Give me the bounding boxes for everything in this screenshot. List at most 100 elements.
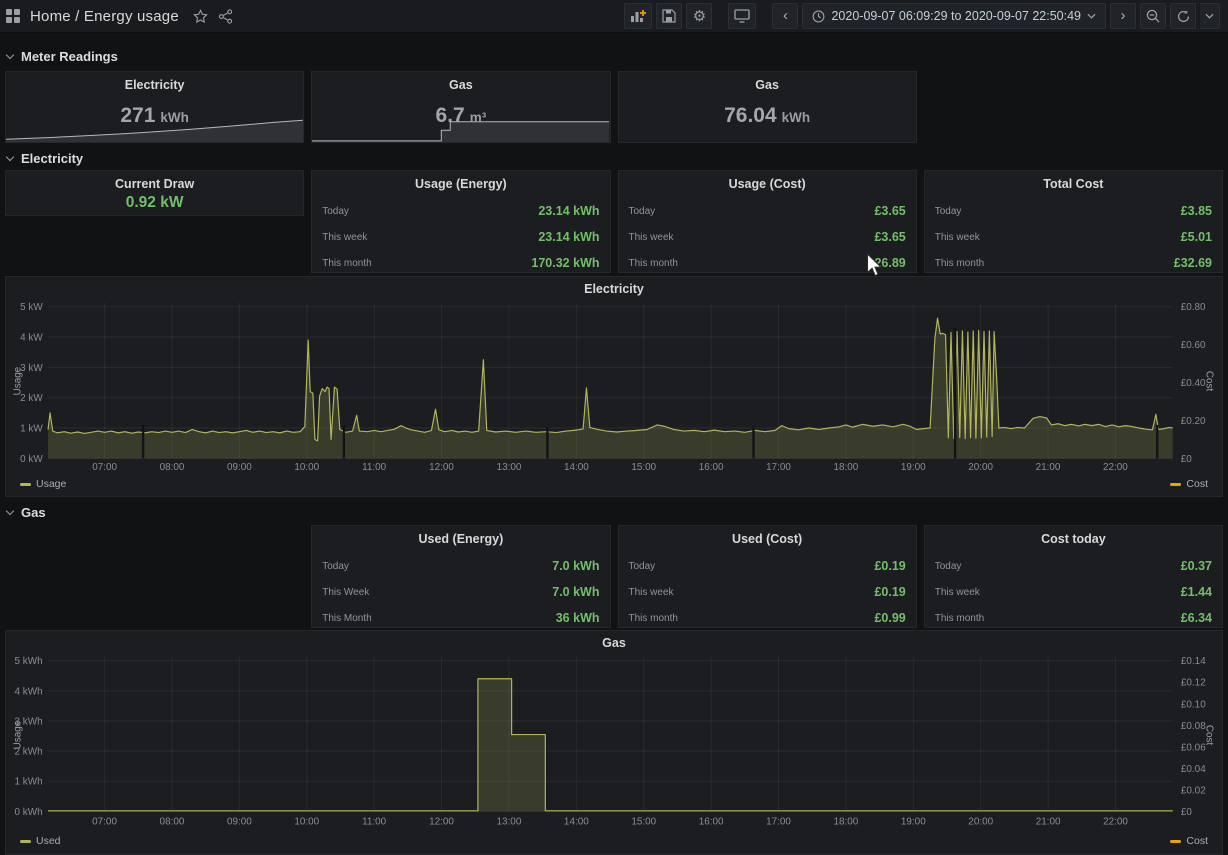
- left-axis-tick: 4 kWh: [15, 686, 43, 697]
- stat-row: This Month36 kWh: [322, 605, 599, 628]
- gas-chart[interactable]: 07:0008:0009:0010:0011:0012:0013:0014:00…: [6, 631, 1222, 854]
- chart-title[interactable]: Gas: [6, 636, 1222, 650]
- save-dashboard-button[interactable]: [656, 3, 682, 29]
- legend-color-dash: [20, 483, 31, 486]
- stat-panel-used-cost: Used (Cost)Today£0.19This week£0.19This …: [618, 525, 917, 628]
- gas-chart-panel: Gas 07:0008:0009:0010:0011:0012:0013:001…: [5, 630, 1223, 855]
- panel-title[interactable]: Usage (Energy): [312, 171, 609, 191]
- stat-value: £6.34: [1181, 611, 1212, 625]
- time-range-back-button[interactable]: ‹: [772, 3, 798, 29]
- stat-label: This Month: [322, 613, 371, 624]
- panel-title[interactable]: Used (Cost): [619, 526, 916, 546]
- stat-value: 7.0 kWh: [552, 585, 599, 599]
- row-title: Electricity: [21, 151, 83, 166]
- data-gap: [142, 425, 144, 458]
- stat-row: This week23.14 kWh: [322, 224, 599, 250]
- x-axis-tick: 17:00: [766, 816, 791, 827]
- left-axis-title: Usage: [12, 720, 23, 749]
- stat-label: Today: [629, 561, 656, 572]
- series-area: [48, 679, 1173, 812]
- stat-panel-cost-today: Cost todayToday£0.37This week£1.44This m…: [924, 525, 1223, 628]
- stat-row: This month£32.69: [935, 250, 1212, 273]
- series-line: [48, 679, 1173, 811]
- current-draw-value: 0.92 kW: [6, 194, 303, 212]
- refresh-interval-caret-icon: [1205, 13, 1214, 19]
- meter-value-unit: kWh: [782, 110, 811, 125]
- dashboard-settings-button[interactable]: ⚙: [686, 3, 712, 29]
- stat-row: Today7.0 kWh: [322, 553, 599, 579]
- x-axis-tick: 13:00: [497, 462, 522, 473]
- panel-title[interactable]: Gas: [619, 72, 916, 92]
- x-axis-tick: 22:00: [1103, 816, 1128, 827]
- panel-title[interactable]: Gas: [312, 72, 609, 92]
- stat-label: Today: [629, 206, 656, 217]
- stat-row: This week£0.19: [629, 579, 906, 605]
- zoom-out-time-button[interactable]: [1140, 3, 1166, 29]
- meter-value-number: 76.04: [724, 104, 777, 128]
- stat-row: Today£3.85: [935, 198, 1212, 224]
- stat-label: This week: [629, 232, 674, 243]
- stat-value: £3.65: [874, 230, 905, 244]
- stat-label: This month: [322, 258, 371, 269]
- x-axis-tick: 22:00: [1103, 462, 1128, 473]
- stat-row: This month170.32 kWh: [322, 250, 599, 273]
- stat-rows: Today23.14 kWhThis week23.14 kWhThis mon…: [312, 191, 609, 273]
- breadcrumb[interactable]: Home / Energy usage: [30, 8, 179, 25]
- right-axis-tick: £0.02: [1181, 785, 1206, 796]
- x-axis-tick: 07:00: [92, 816, 117, 827]
- x-axis-tick: 21:00: [1036, 816, 1061, 827]
- stat-label: This week: [935, 587, 980, 598]
- x-axis-tick: 07:00: [92, 462, 117, 473]
- electricity-stats-row: Current Draw 0.92 kW Usage (Energy)Today…: [5, 170, 1223, 273]
- stat-row: This week£5.01: [935, 224, 1212, 250]
- x-axis-tick: 14:00: [564, 816, 589, 827]
- panel-title[interactable]: Usage (Cost): [619, 171, 916, 191]
- left-axis-tick: 5 kWh: [15, 656, 43, 667]
- panel-title[interactable]: Current Draw: [6, 171, 303, 191]
- left-axis-tick: 2 kW: [20, 393, 43, 404]
- panel-title[interactable]: Cost today: [925, 526, 1222, 546]
- chart-title[interactable]: Electricity: [6, 282, 1222, 296]
- legend-label: Used: [36, 835, 61, 847]
- refresh-interval-dropdown[interactable]: [1200, 3, 1220, 29]
- left-axis-tick: 1 kWh: [15, 777, 43, 788]
- x-axis-tick: 10:00: [294, 816, 319, 827]
- stat-rows: Today£3.85This week£5.01This month£32.69: [925, 191, 1222, 273]
- cycle-view-mode-button[interactable]: [728, 3, 756, 29]
- meter-value: 6.7m³: [312, 104, 609, 134]
- row-header-electricity[interactable]: Electricity: [7, 151, 83, 165]
- right-axis-tick: £0: [1181, 454, 1193, 465]
- panel-title[interactable]: Electricity: [6, 72, 303, 92]
- left-axis-tick: 0 kWh: [15, 807, 43, 818]
- x-axis-tick: 11:00: [362, 462, 387, 473]
- legend-item-used[interactable]: Used: [20, 835, 61, 847]
- legend-item-cost[interactable]: Cost: [1170, 478, 1208, 490]
- x-axis-tick: 14:00: [564, 462, 589, 473]
- panel-title[interactable]: Used (Energy): [312, 526, 609, 546]
- row-header-gas[interactable]: Gas: [7, 505, 46, 519]
- stat-rows: Today£0.37This week£1.44This month£6.34: [925, 546, 1222, 628]
- right-axis-title: Cost: [1204, 725, 1215, 746]
- meter-value-number: 271: [120, 104, 155, 128]
- stat-label: This week: [322, 232, 367, 243]
- stat-panel-usage-cost: Usage (Cost)Today£3.65This week£3.65This…: [618, 170, 917, 273]
- dashboard-grid-icon[interactable]: [6, 9, 20, 23]
- time-range-picker[interactable]: 2020-09-07 06:09:29 to 2020-09-07 22:50:…: [802, 3, 1106, 29]
- row-header-meter-readings[interactable]: Meter Readings: [7, 49, 118, 63]
- row-collapse-icon: [6, 506, 14, 514]
- share-icon[interactable]: [218, 9, 233, 24]
- clock-icon: [812, 10, 825, 23]
- stat-value: £3.65: [874, 204, 905, 218]
- legend-item-cost[interactable]: Cost: [1170, 835, 1208, 847]
- current-draw-panel: Current Draw 0.92 kW: [5, 170, 304, 216]
- panel-title[interactable]: Total Cost: [925, 171, 1222, 191]
- electricity-chart[interactable]: 07:0008:0009:0010:0011:0012:0013:0014:00…: [6, 277, 1222, 496]
- star-icon[interactable]: [193, 9, 208, 24]
- x-axis-tick: 19:00: [901, 462, 926, 473]
- stat-row: This month£6.34: [935, 605, 1212, 628]
- time-range-forward-button[interactable]: ›: [1110, 3, 1136, 29]
- add-panel-button[interactable]: [624, 3, 652, 29]
- refresh-button[interactable]: [1170, 3, 1196, 29]
- legend-item-usage[interactable]: Usage: [20, 478, 66, 490]
- x-axis-tick: 08:00: [160, 462, 185, 473]
